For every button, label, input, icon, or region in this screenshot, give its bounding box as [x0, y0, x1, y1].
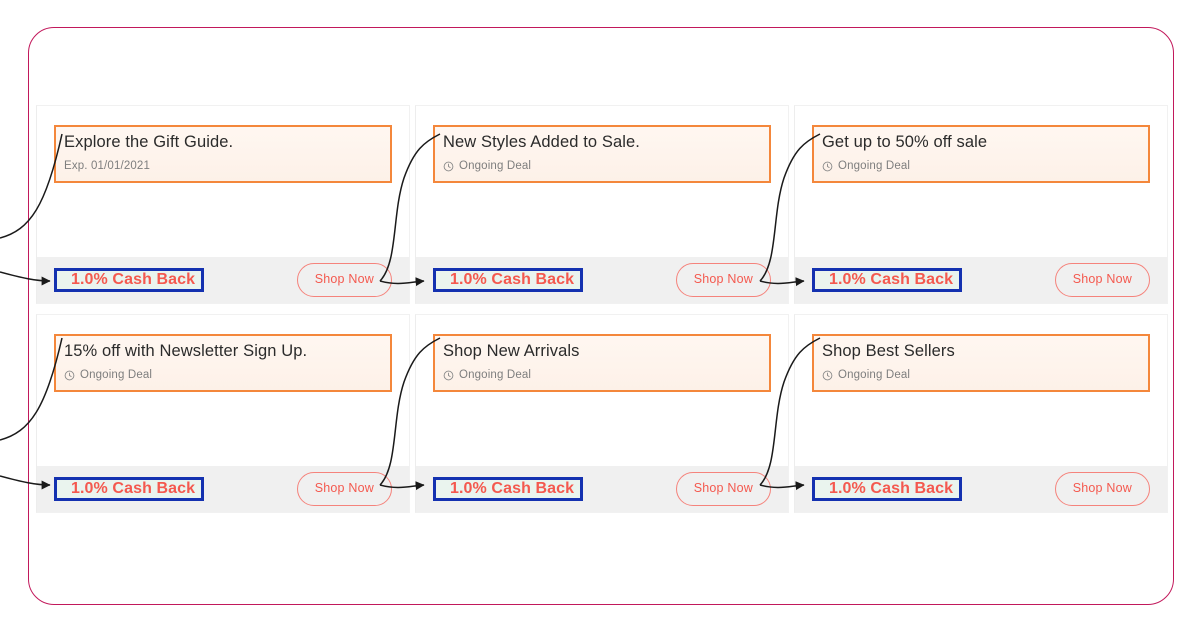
clock-icon [822, 161, 833, 172]
deal-card-footer: 1.0% Cash Back Shop Now [416, 466, 788, 512]
cashback-label: 1.0% Cash Back [71, 480, 196, 497]
deal-meta-label: Ongoing Deal [459, 160, 532, 172]
deal-title: Get up to 50% off sale [822, 133, 988, 151]
deal-card-body: New Styles Added to Sale. Ongoing Deal [416, 106, 788, 257]
shop-now-button[interactable]: Shop Now [1054, 472, 1150, 506]
deal-meta-label: Ongoing Deal [459, 369, 532, 381]
deal-title: 15% off with Newsletter Sign Up. [64, 342, 308, 360]
cashback-highlight-box: 1.0% Cash Back [812, 268, 963, 292]
deal-grid: Explore the Gift Guide. Exp. 01/01/2021 1.… [36, 105, 1168, 513]
shop-now-button[interactable]: Shop Now [675, 263, 771, 297]
shop-now-button[interactable]: Shop Now [296, 472, 392, 506]
cashback-highlight-box: 1.0% Cash Back [54, 477, 205, 501]
cashback-highlight-box: 1.0% Cash Back [433, 477, 584, 501]
deal-text-highlight-box: Shop Best Sellers Ongoing Deal [812, 334, 1150, 392]
cashback-highlight-box: 1.0% Cash Back [54, 268, 205, 292]
deal-card-body: Shop Best Sellers Ongoing Deal [795, 315, 1167, 466]
shop-now-button[interactable]: Shop Now [296, 263, 392, 297]
deal-text-highlight-box: 15% off with Newsletter Sign Up. Ongoing … [54, 334, 392, 392]
deal-card[interactable]: New Styles Added to Sale. Ongoing Deal 1.0… [415, 105, 789, 304]
deal-text-highlight-box: Shop New Arrivals Ongoing Deal [433, 334, 771, 392]
deal-meta: Ongoing Deal [443, 368, 761, 382]
deal-card-body: Explore the Gift Guide. Exp. 01/01/2021 [37, 106, 409, 257]
deal-card[interactable]: Explore the Gift Guide. Exp. 01/01/2021 1.… [36, 105, 410, 304]
deal-meta-label: Ongoing Deal [838, 369, 911, 381]
deal-card[interactable]: Shop New Arrivals Ongoing Deal 1.0% Cash B… [415, 314, 789, 513]
cashback-label: 1.0% Cash Back [71, 271, 196, 288]
deal-card-body: 15% off with Newsletter Sign Up. Ongoing … [37, 315, 409, 466]
cashback-label: 1.0% Cash Back [450, 271, 575, 288]
deal-title: New Styles Added to Sale. [443, 133, 640, 151]
cashback-highlight-box: 1.0% Cash Back [433, 268, 584, 292]
deal-card-footer: 1.0% Cash Back Shop Now [416, 257, 788, 303]
deal-title: Explore the Gift Guide. [64, 133, 234, 151]
deal-card[interactable]: Get up to 50% off sale Ongoing Deal 1.0% C… [794, 105, 1168, 304]
clock-icon [443, 370, 454, 381]
clock-icon [443, 161, 454, 172]
deal-card-body: Shop New Arrivals Ongoing Deal [416, 315, 788, 466]
deal-text-highlight-box: Explore the Gift Guide. Exp. 01/01/2021 [54, 125, 392, 183]
deal-card-footer: 1.0% Cash Back Shop Now [795, 257, 1167, 303]
deal-meta: Ongoing Deal [64, 368, 382, 382]
clock-icon [64, 370, 75, 381]
deal-meta-label: Exp. 01/01/2021 [64, 160, 151, 172]
cashback-label: 1.0% Cash Back [450, 480, 575, 497]
deal-card-body: Get up to 50% off sale Ongoing Deal [795, 106, 1167, 257]
deal-meta: Exp. 01/01/2021 [64, 159, 382, 173]
deal-meta: Ongoing Deal [822, 368, 1140, 382]
deal-card-footer: 1.0% Cash Back Shop Now [795, 466, 1167, 512]
deal-card-footer: 1.0% Cash Back Shop Now [37, 257, 409, 303]
deal-card-footer: 1.0% Cash Back Shop Now [37, 466, 409, 512]
deal-meta-label: Ongoing Deal [838, 160, 911, 172]
cashback-label: 1.0% Cash Back [829, 480, 954, 497]
deal-card[interactable]: 15% off with Newsletter Sign Up. Ongoing … [36, 314, 410, 513]
deal-meta: Ongoing Deal [443, 159, 761, 173]
deal-meta-label: Ongoing Deal [80, 369, 153, 381]
shop-now-button[interactable]: Shop Now [675, 472, 771, 506]
cashback-highlight-box: 1.0% Cash Back [812, 477, 963, 501]
deal-title: Shop New Arrivals [443, 342, 580, 360]
deal-card[interactable]: Shop Best Sellers Ongoing Deal 1.0% Cash B… [794, 314, 1168, 513]
deal-text-highlight-box: Get up to 50% off sale Ongoing Deal [812, 125, 1150, 183]
deal-title: Shop Best Sellers [822, 342, 955, 360]
shop-now-button[interactable]: Shop Now [1054, 263, 1150, 297]
clock-icon [822, 370, 833, 381]
deal-text-highlight-box: New Styles Added to Sale. Ongoing Deal [433, 125, 771, 183]
deal-meta: Ongoing Deal [822, 159, 1140, 173]
cashback-label: 1.0% Cash Back [829, 271, 954, 288]
